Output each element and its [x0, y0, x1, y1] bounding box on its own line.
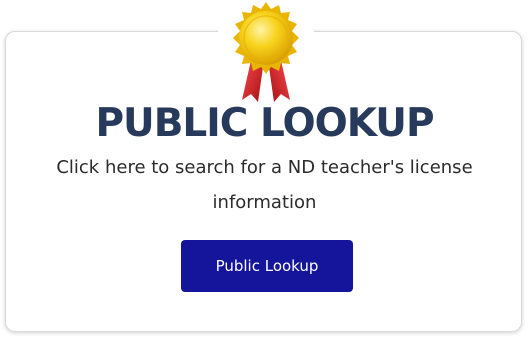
card-title: PUBLIC LOOKUP	[95, 101, 434, 146]
award-ribbon-icon	[214, 0, 318, 104]
card-description: Click here to search for a ND teacher's …	[56, 157, 473, 213]
public-lookup-button[interactable]: Public Lookup	[181, 240, 353, 292]
